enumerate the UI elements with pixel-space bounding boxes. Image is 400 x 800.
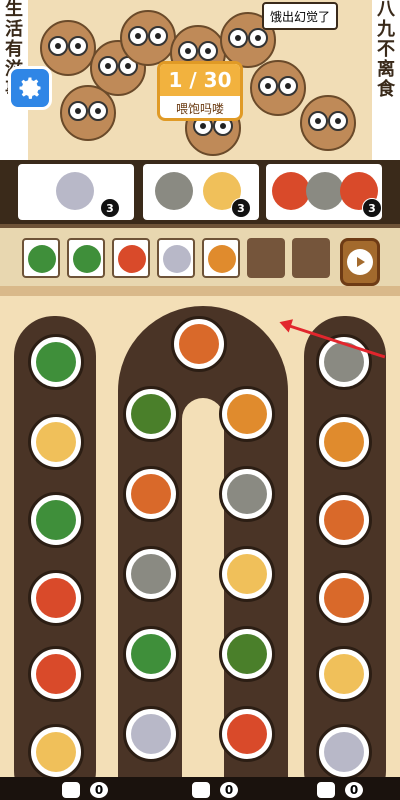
fries-icon [208,245,236,273]
right-banner-char-1: 八 [377,0,395,20]
empty-slot [292,238,330,278]
food-tile-cake[interactable] [219,626,275,682]
food-tile-cake[interactable] [123,386,179,442]
mouse-customer [300,95,356,151]
food-tile-custard[interactable] [28,724,84,780]
food-tile-lettuce[interactable] [28,492,84,548]
rice-bowl-icon [155,172,193,210]
progress-label: 喂饱吗喽 [175,101,224,116]
food-tile-custard[interactable] [219,546,275,602]
undo-icon [60,779,82,800]
food-tile-dumpling[interactable] [316,724,372,780]
food-tile-custard[interactable] [28,414,84,470]
slot[interactable] [157,238,195,278]
food-tile-chicken[interactable] [316,570,372,626]
order-count-badge: 3 [100,198,120,218]
food-tile-pizza[interactable] [28,570,84,626]
magnet-icon [315,779,337,800]
left-banner-char-1: 生 [5,0,23,20]
food-tile-fries[interactable] [219,386,275,442]
right-banner-char-3: 不 [377,39,395,60]
food-tile-chicken[interactable] [171,316,227,372]
game-screen: 生 活 有 滋 事 八 九 不 离 食 饿出幻觉了 1 / 30 喂饱吗喽 [0,0,400,800]
right-banner: 八 九 不 离 食 [372,0,400,160]
food-tile-lettuce[interactable] [28,334,84,390]
play-icon [347,249,373,275]
food-tile-pizza[interactable] [28,646,84,702]
lettuce-icon [73,245,101,273]
slot[interactable] [112,238,150,278]
slot[interactable] [22,238,60,278]
pizza-icon [272,172,310,210]
settings-button[interactable] [8,66,52,110]
food-tile-chicken[interactable] [316,492,372,548]
food-tile-rice-bowl[interactable] [123,546,179,602]
mouse-customer [60,85,116,141]
dumpling-icon [56,172,94,210]
slot[interactable] [67,238,105,278]
shuffle-tool[interactable]: 0 [190,779,240,800]
order-card: 3 [143,164,259,220]
ad-slot-button[interactable] [340,238,380,286]
right-banner-char-5: 食 [377,79,395,100]
rice-bowl-icon [306,172,344,210]
mouse-customer [120,10,176,66]
lettuce-icon [28,245,56,273]
right-banner-char-4: 离 [377,59,395,80]
undo-count: 0 [88,779,110,800]
magnet-count: 0 [343,779,365,800]
shuffle-icon [190,779,212,800]
order-count-badge: 3 [362,198,382,218]
magnet-tool[interactable]: 0 [315,779,365,800]
left-banner-char-2: 活 [5,19,23,40]
food-tile-lettuce[interactable] [123,626,179,682]
order-panel: 3 3 3 [0,160,400,224]
empty-slot [247,238,285,278]
holding-slots [0,224,400,290]
speech-bubble: 饿出幻觉了 [262,2,338,30]
pizza-icon [118,245,146,273]
progress-count: 1 / 30 [160,64,240,96]
food-tile-pizza[interactable] [219,706,275,762]
order-card: 3 [266,164,382,220]
left-banner-char-3: 有 [5,39,23,60]
shuffle-count: 0 [218,779,240,800]
game-board [0,286,400,800]
slot[interactable] [202,238,240,278]
undo-tool[interactable]: 0 [60,779,110,800]
food-tile-custard[interactable] [316,646,372,702]
food-tile-fries[interactable] [316,414,372,470]
right-banner-char-2: 九 [377,19,395,40]
progress-card: 1 / 30 喂饱吗喽 [157,61,243,121]
mouse-customer [250,60,306,116]
dumpling-icon [163,245,191,273]
gear-icon [19,77,41,99]
food-tile-dumpling[interactable] [123,706,179,762]
food-tile-rice-bowl[interactable] [219,466,275,522]
customer-scene: 生 活 有 滋 事 八 九 不 离 食 饿出幻觉了 1 / 30 喂饱吗喽 [0,0,400,160]
food-tile-chicken[interactable] [123,466,179,522]
order-card: 3 [18,164,134,220]
order-count-badge: 3 [231,198,251,218]
